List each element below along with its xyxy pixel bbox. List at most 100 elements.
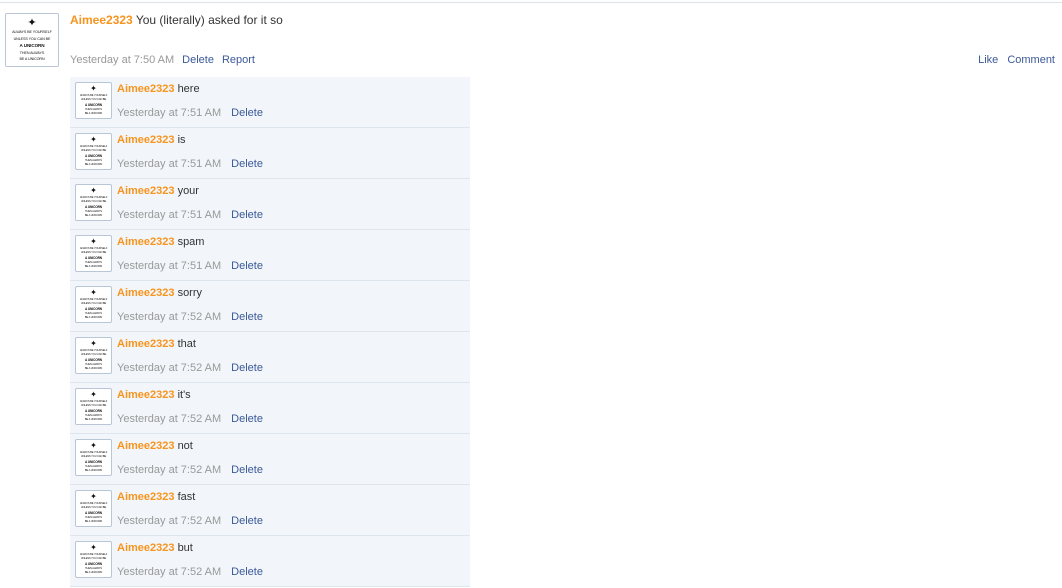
reply-author-link[interactable]: Aimee2323 xyxy=(117,338,175,350)
avatar-line: A UNICORN xyxy=(84,357,103,362)
reply-author-link[interactable]: Aimee2323 xyxy=(117,287,175,299)
avatar[interactable]: ✦ ALWAYS BE YOURSELF UNLESS YOU CAN BE A… xyxy=(75,133,112,170)
avatar[interactable]: ✦ ALWAYS BE YOURSELF UNLESS YOU CAN BE A… xyxy=(75,82,112,119)
reply-meta: Yesterday at 7:51 AM Delete xyxy=(117,209,263,222)
avatar[interactable]: ✦ ALWAYS BE YOURSELF UNLESS YOU CAN BE A… xyxy=(75,286,112,323)
avatar-line: BE A UNICORN xyxy=(84,520,103,524)
avatar-line: BE A UNICORN xyxy=(84,316,103,320)
delete-link[interactable]: Delete xyxy=(231,566,263,578)
avatar[interactable]: ✦ ALWAYS BE YOURSELF UNLESS YOU CAN BE A… xyxy=(75,388,112,425)
reply-author-link[interactable]: Aimee2323 xyxy=(117,542,175,554)
reply-author-link[interactable]: Aimee2323 xyxy=(117,440,175,452)
avatar-line: UNLESS YOU CAN BE xyxy=(80,149,107,153)
delete-link[interactable]: Delete xyxy=(231,362,263,374)
reply-author-link[interactable]: Aimee2323 xyxy=(117,185,175,197)
avatar-poster: ✦ ALWAYS BE YOURSELF UNLESS YOU CAN BE A… xyxy=(76,236,111,271)
avatar-poster: ✦ ALWAYS BE YOURSELF UNLESS YOU CAN BE A… xyxy=(76,491,111,526)
avatar-line: A UNICORN xyxy=(84,408,103,413)
avatar[interactable]: ✦ ALWAYS BE YOURSELF UNLESS YOU CAN BE A… xyxy=(75,337,112,374)
delete-link[interactable]: Delete xyxy=(231,464,263,476)
unicorn-icon: ✦ xyxy=(90,186,97,195)
reply-timestamp: Yesterday at 7:52 AM xyxy=(117,464,222,476)
reply-author-link[interactable]: Aimee2323 xyxy=(117,134,175,146)
reply-timestamp: Yesterday at 7:52 AM xyxy=(117,515,222,527)
reply-item: ✦ ALWAYS BE YOURSELF UNLESS YOU CAN BE A… xyxy=(70,485,470,536)
avatar-line: A UNICORN xyxy=(84,204,103,209)
avatar-line: UNLESS YOU CAN BE xyxy=(80,200,107,204)
avatar[interactable]: ✦ ALWAYS BE YOURSELF UNLESS YOU CAN BE A… xyxy=(75,439,112,476)
reply-text: here xyxy=(177,83,200,95)
avatar-line: BE A UNICORN xyxy=(84,367,103,371)
avatar[interactable]: ✦ ALWAYS BE YOURSELF UNLESS YOU CAN BE A… xyxy=(75,235,112,272)
avatar-line: A UNICORN xyxy=(84,255,103,260)
reply-meta: Yesterday at 7:51 AM Delete xyxy=(117,260,263,273)
avatar-line: BE A UNICORN xyxy=(84,265,103,269)
reply-text: that xyxy=(177,338,196,350)
reply-author-link[interactable]: Aimee2323 xyxy=(117,491,175,503)
reply-meta: Yesterday at 7:51 AM Delete xyxy=(117,107,263,120)
avatar-line: BE A UNICORN xyxy=(84,112,103,116)
reply-text: sorry xyxy=(177,287,203,299)
reply-item: ✦ ALWAYS BE YOURSELF UNLESS YOU CAN BE A… xyxy=(70,332,470,383)
reply-meta: Yesterday at 7:52 AM Delete xyxy=(117,362,263,375)
reply-list: ✦ ALWAYS BE YOURSELF UNLESS YOU CAN BE A… xyxy=(70,77,470,587)
comment-meta: Yesterday at 7:50 AM Delete Report xyxy=(70,54,255,67)
avatar-line: BE A UNICORN xyxy=(84,163,103,167)
unicorn-icon: ✦ xyxy=(90,441,97,450)
reply-item: ✦ ALWAYS BE YOURSELF UNLESS YOU CAN BE A… xyxy=(70,281,470,332)
unicorn-icon: ✦ xyxy=(90,543,97,552)
reply-timestamp: Yesterday at 7:51 AM xyxy=(117,158,222,170)
report-link[interactable]: Report xyxy=(222,54,255,66)
reply-body: Aimee2323 here xyxy=(117,83,200,96)
reply-item: ✦ ALWAYS BE YOURSELF UNLESS YOU CAN BE A… xyxy=(70,383,470,434)
avatar[interactable]: ✦ ALWAYS BE YOURSELF UNLESS YOU CAN BE A… xyxy=(75,541,112,578)
reply-text: spam xyxy=(177,236,205,248)
reply-text: fast xyxy=(177,491,196,503)
like-link[interactable]: Like xyxy=(978,54,998,66)
reply-text: is xyxy=(177,134,186,146)
delete-link[interactable]: Delete xyxy=(231,107,263,119)
avatar-line: A UNICORN xyxy=(84,510,103,515)
delete-link[interactable]: Delete xyxy=(231,209,263,221)
reply-author-link[interactable]: Aimee2323 xyxy=(117,83,175,95)
delete-link[interactable]: Delete xyxy=(231,260,263,272)
reply-timestamp: Yesterday at 7:52 AM xyxy=(117,413,222,425)
unicorn-icon: ✦ xyxy=(27,16,37,29)
comment-author-link[interactable]: Aimee2323 xyxy=(70,13,133,27)
reply-meta: Yesterday at 7:51 AM Delete xyxy=(117,158,263,171)
avatar-line: BE A UNICORN xyxy=(84,214,103,218)
reply-item: ✦ ALWAYS BE YOURSELF UNLESS YOU CAN BE A… xyxy=(70,128,470,179)
delete-link[interactable]: Delete xyxy=(231,311,263,323)
comment-link[interactable]: Comment xyxy=(1007,54,1055,66)
unicorn-icon: ✦ xyxy=(90,237,97,246)
reply-text: but xyxy=(177,542,193,554)
avatar-line: A UNICORN xyxy=(84,459,103,464)
avatar-line: A UNICORN xyxy=(84,306,103,311)
reply-timestamp: Yesterday at 7:52 AM xyxy=(117,566,222,578)
reply-meta: Yesterday at 7:52 AM Delete xyxy=(117,566,263,579)
comment-body: Aimee2323 You (literally) asked for it s… xyxy=(70,13,283,28)
unicorn-icon: ✦ xyxy=(90,84,97,93)
reply-text: not xyxy=(177,440,193,452)
reply-timestamp: Yesterday at 7:52 AM xyxy=(117,362,222,374)
reply-body: Aimee2323 that xyxy=(117,338,196,351)
avatar[interactable]: ✦ ALWAYS BE YOURSELF UNLESS YOU CAN BE A… xyxy=(5,13,59,67)
delete-link[interactable]: Delete xyxy=(231,515,263,527)
unicorn-icon: ✦ xyxy=(90,492,97,501)
avatar-line: BE A UNICORN xyxy=(84,469,103,473)
reply-item: ✦ ALWAYS BE YOURSELF UNLESS YOU CAN BE A… xyxy=(70,230,470,281)
reply-body: Aimee2323 your xyxy=(117,185,199,198)
reply-timestamp: Yesterday at 7:51 AM xyxy=(117,260,222,272)
reply-body: Aimee2323 sorry xyxy=(117,287,202,300)
avatar[interactable]: ✦ ALWAYS BE YOURSELF UNLESS YOU CAN BE A… xyxy=(75,184,112,221)
avatar-line: BE A UNICORN xyxy=(84,571,103,575)
top-divider xyxy=(0,2,1062,3)
delete-link[interactable]: Delete xyxy=(231,413,263,425)
reply-item: ✦ ALWAYS BE YOURSELF UNLESS YOU CAN BE A… xyxy=(70,77,470,128)
avatar-poster: ✦ ALWAYS BE YOURSELF UNLESS YOU CAN BE A… xyxy=(76,83,111,118)
delete-link[interactable]: Delete xyxy=(182,54,214,66)
avatar[interactable]: ✦ ALWAYS BE YOURSELF UNLESS YOU CAN BE A… xyxy=(75,490,112,527)
reply-author-link[interactable]: Aimee2323 xyxy=(117,389,175,401)
reply-author-link[interactable]: Aimee2323 xyxy=(117,236,175,248)
delete-link[interactable]: Delete xyxy=(231,158,263,170)
